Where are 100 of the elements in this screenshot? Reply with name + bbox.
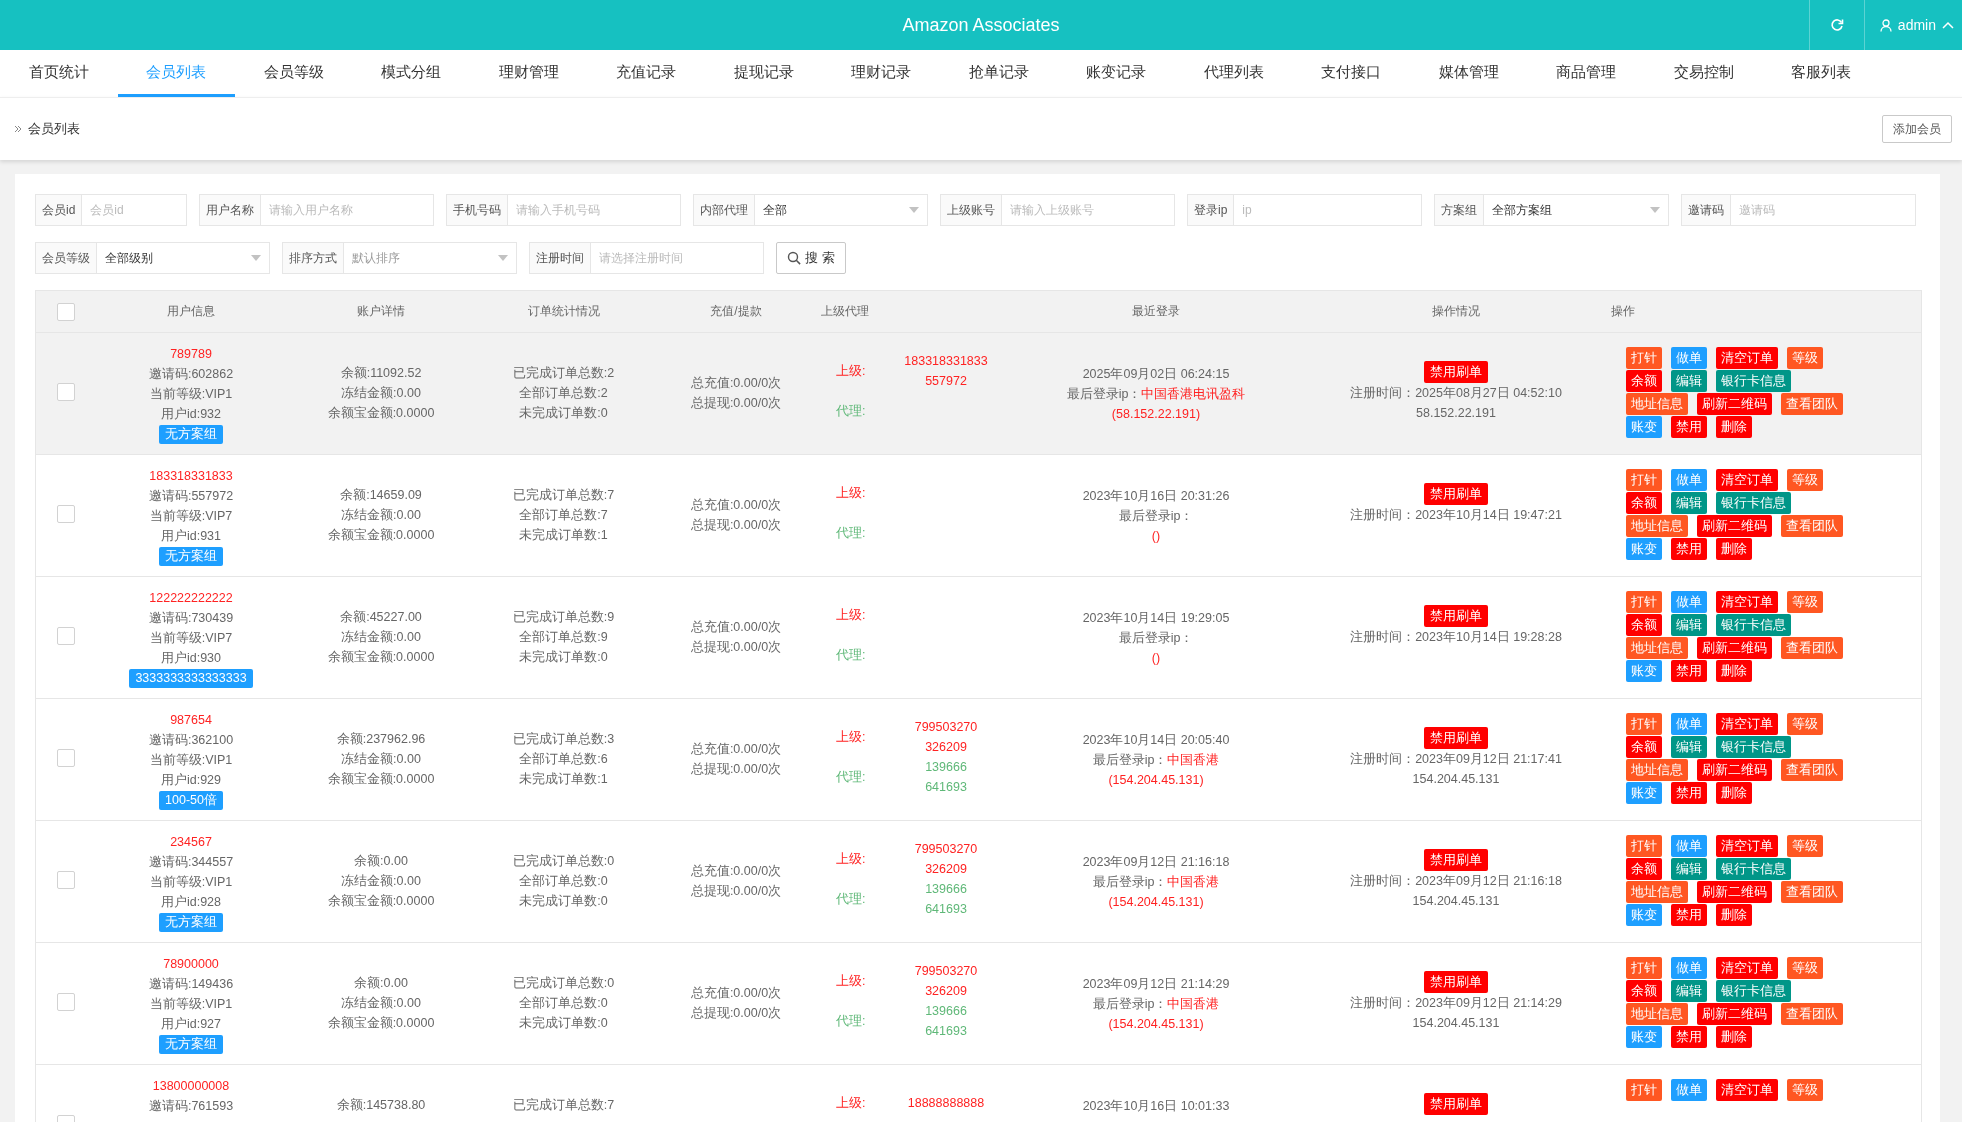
- action-button[interactable]: 余额: [1626, 614, 1662, 636]
- checkbox[interactable]: [57, 871, 75, 889]
- checkbox[interactable]: [57, 302, 75, 321]
- action-button[interactable]: 刷新二维码: [1697, 881, 1772, 903]
- nav-tab[interactable]: 充值记录: [587, 50, 705, 97]
- action-button[interactable]: 银行卡信息: [1716, 858, 1791, 880]
- action-button[interactable]: 查看团队: [1781, 881, 1843, 903]
- action-button[interactable]: 做单: [1671, 1079, 1707, 1101]
- select-field[interactable]: 全部方案组: [1483, 194, 1669, 226]
- action-button[interactable]: 打针: [1626, 713, 1662, 735]
- input-field[interactable]: 会员id: [81, 194, 187, 226]
- action-button[interactable]: 禁用: [1671, 904, 1707, 926]
- action-button[interactable]: 做单: [1671, 713, 1707, 735]
- nav-tab[interactable]: 理财管理: [470, 50, 588, 97]
- action-button[interactable]: 地址信息: [1626, 515, 1688, 537]
- action-button[interactable]: 禁用: [1671, 782, 1707, 804]
- ban-order-button[interactable]: 禁用刷单: [1424, 605, 1488, 627]
- action-button[interactable]: 编辑: [1671, 492, 1707, 514]
- action-button[interactable]: 刷新二维码: [1697, 759, 1772, 781]
- nav-tab[interactable]: 会员等级: [235, 50, 353, 97]
- action-button[interactable]: 银行卡信息: [1716, 980, 1791, 1002]
- action-button[interactable]: 打针: [1626, 591, 1662, 613]
- nav-tab[interactable]: 交易控制: [1645, 50, 1763, 97]
- nav-tab[interactable]: 媒体管理: [1410, 50, 1528, 97]
- action-button[interactable]: 删除: [1716, 660, 1752, 682]
- nav-tab[interactable]: 抢单记录: [940, 50, 1058, 97]
- action-button[interactable]: 等级: [1787, 713, 1823, 735]
- checkbox[interactable]: [57, 993, 75, 1011]
- action-button[interactable]: 删除: [1716, 416, 1752, 438]
- action-button[interactable]: 地址信息: [1626, 881, 1688, 903]
- action-button[interactable]: 等级: [1787, 1079, 1823, 1101]
- nav-tab[interactable]: 理财记录: [822, 50, 940, 97]
- action-button[interactable]: 清空订单: [1716, 1079, 1778, 1101]
- checkbox[interactable]: [57, 505, 75, 523]
- nav-tab[interactable]: 客服列表: [1762, 50, 1880, 97]
- checkbox[interactable]: [57, 749, 75, 767]
- action-button[interactable]: 刷新二维码: [1697, 393, 1772, 415]
- ban-order-button[interactable]: 禁用刷单: [1424, 849, 1488, 871]
- action-button[interactable]: 打针: [1626, 347, 1662, 369]
- action-button[interactable]: 等级: [1787, 347, 1823, 369]
- input-field[interactable]: 邀请码: [1730, 194, 1916, 226]
- action-button[interactable]: 余额: [1626, 736, 1662, 758]
- action-button[interactable]: 清空订单: [1716, 713, 1778, 735]
- ban-order-button[interactable]: 禁用刷单: [1424, 727, 1488, 749]
- action-button[interactable]: 编辑: [1671, 614, 1707, 636]
- ban-order-button[interactable]: 禁用刷单: [1424, 971, 1488, 993]
- action-button[interactable]: 清空订单: [1716, 591, 1778, 613]
- action-button[interactable]: 等级: [1787, 835, 1823, 857]
- action-button[interactable]: 删除: [1716, 538, 1752, 560]
- breadcrumb-link[interactable]: 会员列表: [28, 120, 80, 138]
- action-button[interactable]: 打针: [1626, 1079, 1662, 1101]
- action-button[interactable]: 清空订单: [1716, 957, 1778, 979]
- nav-tab[interactable]: 代理列表: [1175, 50, 1293, 97]
- action-button[interactable]: 刷新二维码: [1697, 1003, 1772, 1025]
- action-button[interactable]: 打针: [1626, 469, 1662, 491]
- action-button[interactable]: 余额: [1626, 858, 1662, 880]
- action-button[interactable]: 余额: [1626, 492, 1662, 514]
- action-button[interactable]: 做单: [1671, 469, 1707, 491]
- action-button[interactable]: 账变: [1626, 538, 1662, 560]
- action-button[interactable]: 编辑: [1671, 370, 1707, 392]
- action-button[interactable]: 查看团队: [1781, 515, 1843, 537]
- action-button[interactable]: 账变: [1626, 782, 1662, 804]
- select-field[interactable]: 默认排序: [343, 242, 517, 274]
- action-button[interactable]: 账变: [1626, 660, 1662, 682]
- input-field[interactable]: ip: [1233, 194, 1422, 226]
- action-button[interactable]: 编辑: [1671, 858, 1707, 880]
- action-button[interactable]: 删除: [1716, 904, 1752, 926]
- input-field[interactable]: 请输入手机号码: [507, 194, 681, 226]
- action-button[interactable]: 做单: [1671, 957, 1707, 979]
- nav-tab[interactable]: 支付接口: [1292, 50, 1410, 97]
- action-button[interactable]: 编辑: [1671, 980, 1707, 1002]
- action-button[interactable]: 查看团队: [1781, 1003, 1843, 1025]
- action-button[interactable]: 做单: [1671, 591, 1707, 613]
- action-button[interactable]: 清空订单: [1716, 347, 1778, 369]
- action-button[interactable]: 等级: [1787, 591, 1823, 613]
- action-button[interactable]: 编辑: [1671, 736, 1707, 758]
- action-button[interactable]: 做单: [1671, 835, 1707, 857]
- action-button[interactable]: 清空订单: [1716, 469, 1778, 491]
- action-button[interactable]: 账变: [1626, 904, 1662, 926]
- action-button[interactable]: 查看团队: [1781, 393, 1843, 415]
- action-button[interactable]: 做单: [1671, 347, 1707, 369]
- action-button[interactable]: 地址信息: [1626, 759, 1688, 781]
- select-field[interactable]: 全部级别: [96, 242, 270, 274]
- action-button[interactable]: 余额: [1626, 980, 1662, 1002]
- action-button[interactable]: 删除: [1716, 782, 1752, 804]
- action-button[interactable]: 打针: [1626, 957, 1662, 979]
- checkbox[interactable]: [57, 383, 75, 401]
- action-button[interactable]: 查看团队: [1781, 637, 1843, 659]
- nav-tab[interactable]: 账变记录: [1057, 50, 1175, 97]
- select-field[interactable]: 全部: [754, 194, 928, 226]
- action-button[interactable]: 等级: [1787, 469, 1823, 491]
- action-button[interactable]: 等级: [1787, 957, 1823, 979]
- ban-order-button[interactable]: 禁用刷单: [1424, 1093, 1488, 1115]
- action-button[interactable]: 禁用: [1671, 538, 1707, 560]
- action-button[interactable]: 打针: [1626, 835, 1662, 857]
- input-field[interactable]: 请选择注册时间: [590, 242, 764, 274]
- action-button[interactable]: 查看团队: [1781, 759, 1843, 781]
- action-button[interactable]: 清空订单: [1716, 835, 1778, 857]
- nav-tab[interactable]: 商品管理: [1527, 50, 1645, 97]
- action-button[interactable]: 禁用: [1671, 416, 1707, 438]
